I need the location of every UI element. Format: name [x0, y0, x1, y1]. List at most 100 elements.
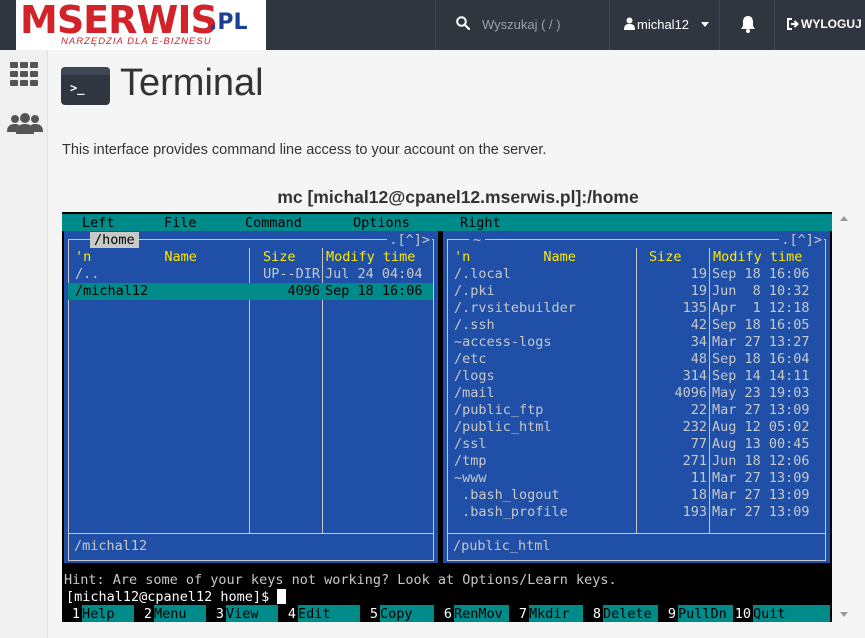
mc-menu-command[interactable]: Command	[245, 215, 302, 231]
file-modify-time: Jun 8 10:32	[712, 283, 810, 299]
file-row[interactable]: /.pki 19 Jun 8 10:32	[447, 283, 825, 300]
apps-grid-icon[interactable]	[10, 62, 39, 86]
scroll-down-icon[interactable]	[840, 612, 848, 617]
file-size: 193	[682, 504, 707, 520]
fkey-label: Copy	[380, 605, 434, 622]
file-name: /.local	[454, 266, 511, 282]
shell-prompt: [michal12@cpanel12 home]$	[66, 589, 270, 605]
right-header-name: 'n Name	[454, 249, 576, 265]
notifications-button[interactable]	[720, 0, 775, 50]
file-size: UP--DIR	[263, 266, 320, 282]
file-modify-time: Mar 27 13:09	[712, 504, 810, 520]
file-name: /public_html	[454, 419, 552, 435]
right-panel-path: ~	[469, 232, 486, 248]
file-size: 314	[682, 368, 707, 384]
scroll-up-icon[interactable]	[840, 216, 848, 221]
file-size: 271	[682, 453, 707, 469]
page-scrollbar[interactable]	[838, 212, 850, 622]
file-row[interactable]: /.local 19 Sep 18 16:06	[447, 266, 825, 283]
fkey-number: 6	[443, 606, 452, 622]
file-name: /..	[75, 266, 100, 282]
user-icon	[624, 17, 635, 30]
file-row[interactable]: ~access-logs 34 Mar 27 13:27	[447, 334, 825, 351]
command-line[interactable]: [michal12@cpanel12 home]$	[66, 589, 287, 605]
fkey-label: RenMov	[454, 605, 509, 622]
file-row[interactable]: /logs 314 Sep 14 14:11	[447, 368, 825, 385]
file-row[interactable]: ~www 11 Mar 27 13:09	[447, 470, 825, 487]
mc-left-panel[interactable]: /home .[^]> 'n Name Size Modify time /..…	[64, 231, 438, 563]
file-row[interactable]: .bash_logout 18 Mar 27 13:09	[447, 487, 825, 504]
file-row[interactable]: /tmp 271 Jun 18 12:06	[447, 453, 825, 470]
left-panel-footer: /michal12	[74, 538, 148, 554]
fkey-label: Menu	[154, 605, 206, 622]
file-row[interactable]: /mail 4096 May 23 19:03	[447, 385, 825, 402]
file-row[interactable]: /etc 48 Sep 18 16:04	[447, 351, 825, 368]
file-size: 232	[682, 419, 707, 435]
terminal-cursor	[277, 589, 287, 604]
file-name: /public_ftp	[454, 402, 544, 418]
file-row[interactable]: /.. UP--DIR Jul 24 04:04	[68, 266, 433, 283]
users-icon[interactable]	[7, 112, 43, 134]
file-row[interactable]: .bash_profile 193 Mar 27 13:09	[447, 504, 825, 521]
file-name: .bash_logout	[454, 487, 560, 503]
terminal-icon: >_	[61, 67, 110, 105]
logo-tagline: NARZĘDZIA DLA E-BIZNESU	[61, 36, 212, 47]
chevron-down-icon	[701, 22, 709, 27]
search-icon	[456, 16, 470, 30]
file-row[interactable]: /public_html 232 Aug 12 05:02	[447, 419, 825, 436]
logout-label: WYLOGUJ	[801, 17, 862, 31]
file-name: /logs	[454, 368, 495, 384]
fkey-number: 3	[215, 606, 224, 622]
mc-hint: Hint: Are some of your keys not working?…	[64, 572, 617, 588]
file-name: /tmp	[454, 453, 487, 469]
file-row[interactable]: /michal12 4096 Sep 18 16:06	[68, 283, 433, 300]
mc-right-panel[interactable]: ~ .[^]> 'n Name Size Modify time /.local…	[443, 231, 830, 563]
left-header-time: Modify time	[326, 249, 416, 265]
user-menu-button[interactable]: michal12	[610, 0, 720, 50]
terminal-window[interactable]: Left File Command Options Right /home .[…	[62, 212, 832, 622]
fkey-label: Edit	[298, 605, 360, 622]
file-modify-time: Apr 1 12:18	[712, 300, 810, 316]
file-row[interactable]: /.ssh 42 Sep 18 16:05	[447, 317, 825, 334]
file-size: 48	[690, 351, 707, 367]
page-description: This interface provides command line acc…	[62, 142, 547, 158]
fkey-label: View	[226, 605, 278, 622]
mc-menu-file[interactable]: File	[164, 215, 197, 231]
file-row[interactable]: /ssl 77 Aug 13 00:45	[447, 436, 825, 453]
file-size: 19	[690, 266, 707, 282]
file-size: 135	[682, 300, 707, 316]
logout-icon	[787, 18, 799, 30]
logo[interactable]: MSERWIS .PL NARZĘDZIA DLA E-BIZNESU	[16, 0, 266, 50]
logout-button[interactable]: WYLOGUJ	[775, 0, 865, 50]
fkey-number: 4	[287, 606, 296, 622]
file-modify-time: Sep 18 16:06	[325, 283, 423, 299]
logo-tld: .PL	[209, 10, 248, 35]
fkey-number: 1	[71, 606, 80, 622]
file-name: .bash_profile	[454, 504, 568, 520]
fkey-label: Mkdir	[529, 605, 583, 622]
left-header-name: 'n Name	[75, 249, 197, 265]
file-modify-time: Aug 13 00:45	[712, 436, 810, 452]
left-panel-path: /home	[90, 232, 139, 248]
file-size: 4096	[674, 385, 707, 401]
right-panel-corner: .[^]>	[779, 232, 824, 248]
file-modify-time: May 23 19:03	[712, 385, 810, 401]
file-modify-time: Mar 27 13:27	[712, 334, 810, 350]
right-header-time: Modify time	[713, 249, 803, 265]
file-row[interactable]: /public_ftp 22 Mar 27 13:09	[447, 402, 825, 419]
mc-menu-left[interactable]: Left	[82, 215, 115, 231]
search-input[interactable]: Wyszukaj ( / )	[482, 17, 561, 32]
fkey-number: 10	[734, 606, 751, 622]
file-modify-time: Mar 27 13:09	[712, 470, 810, 486]
file-name: /etc	[454, 351, 487, 367]
search-box[interactable]: Wyszukaj ( / )	[435, 0, 610, 50]
file-row[interactable]: /.rvsitebuilder 135 Apr 1 12:18	[447, 300, 825, 317]
mc-menu-right[interactable]: Right	[460, 215, 501, 231]
mc-menu-options[interactable]: Options	[353, 215, 410, 231]
file-name: /.ssh	[454, 317, 495, 333]
file-name: ~access-logs	[454, 334, 552, 350]
fkey-number: 9	[667, 606, 676, 622]
file-size: 4096	[287, 283, 320, 299]
fkey-label: PullDn	[678, 605, 733, 622]
file-modify-time: Aug 12 05:02	[712, 419, 810, 435]
